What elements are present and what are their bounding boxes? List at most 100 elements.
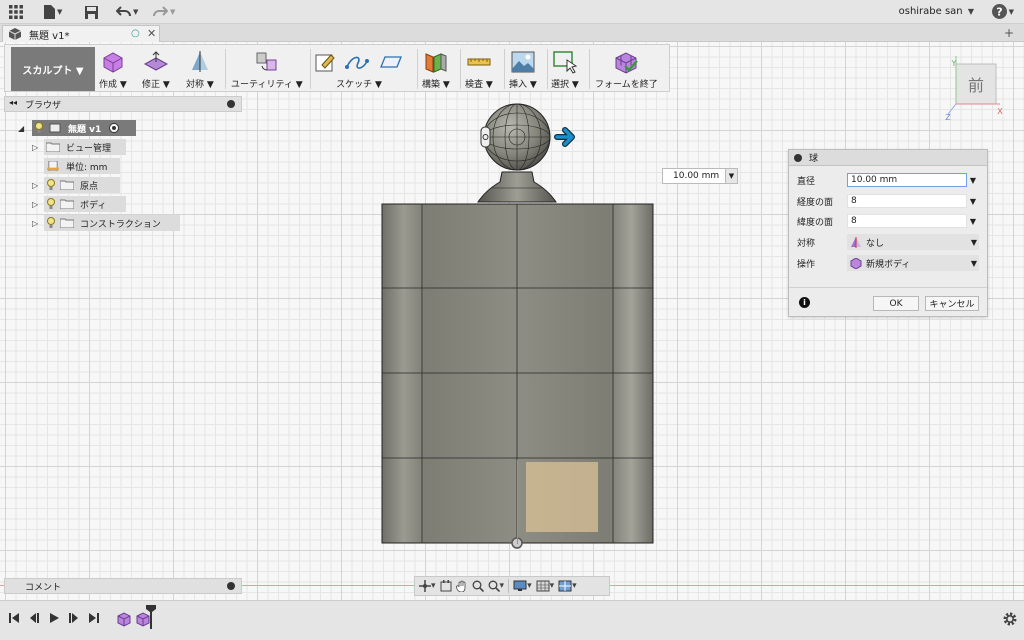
model-body[interactable] (380, 100, 660, 550)
save-button[interactable] (85, 4, 98, 20)
diameter-row: 直径 10.00 mm ▼ (797, 172, 983, 188)
visibility-bulb-icon[interactable] (46, 217, 56, 229)
diameter-drag-arrow-icon[interactable] (554, 127, 575, 147)
symmetry-none-icon (851, 236, 861, 248)
visibility-bulb-icon[interactable] (46, 198, 56, 210)
insert-menu[interactable]: 挿入 ▼ (509, 47, 537, 91)
tree-item-units[interactable]: 単位: mm (44, 158, 120, 174)
gear-icon[interactable] (1002, 611, 1018, 627)
create-menu[interactable]: 作成 ▼ (99, 47, 127, 91)
file-icon (44, 5, 55, 19)
tree-item-origin[interactable]: 原点 (44, 177, 120, 193)
pan-icon[interactable] (455, 580, 468, 592)
modify-menu[interactable]: 修正 ▼ (142, 47, 170, 91)
operation-row: 操作 新規ボディ ▼ (797, 255, 983, 271)
minimize-panel-icon[interactable] (227, 582, 235, 590)
ribbon-divider (504, 49, 505, 89)
orbit-icon[interactable]: ▾ (419, 580, 436, 592)
tree-item-construction[interactable]: コンストラクション (44, 215, 180, 231)
help-icon: ? (991, 4, 1007, 19)
browser-header[interactable]: ◂◂ ブラウザ (4, 96, 242, 112)
comments-title: コメント (25, 582, 62, 593)
rotate-manipulator-icon[interactable] (480, 126, 491, 148)
close-tab-icon[interactable]: ✕ (147, 27, 156, 40)
timeline-feature-box-icon[interactable] (116, 611, 132, 627)
file-menu-button[interactable]: ▼ (44, 4, 62, 20)
tab-bar: 無題 v1* ○ ✕ + (0, 24, 1024, 42)
zoom-window-icon[interactable] (472, 580, 484, 592)
collapse-panel-icon[interactable]: ◂◂ (9, 98, 17, 107)
expand-arrow-icon[interactable]: ▷ (32, 219, 38, 228)
look-at-icon[interactable] (440, 580, 452, 592)
symmetry-icon (191, 51, 208, 72)
tree-item-root[interactable]: 無題 v1 (32, 120, 136, 136)
select-menu[interactable]: 選択 ▼ (551, 47, 579, 91)
inspect-menu[interactable]: 検査 ▼ (465, 47, 493, 91)
chevron-down-icon: ▼ (970, 258, 977, 268)
undo-button[interactable]: ▼ (116, 4, 138, 20)
expand-arrow-icon[interactable]: ▷ (32, 200, 38, 209)
dialog-header[interactable]: 球 (789, 150, 987, 166)
visibility-bulb-icon[interactable] (46, 179, 56, 191)
expand-arrow-icon[interactable]: ◢ (18, 124, 24, 133)
diameter-inline-value[interactable]: 10.00 mm (662, 168, 726, 184)
diameter-field[interactable]: 10.00 mm (847, 173, 967, 187)
chevron-down-icon[interactable]: ▼ (967, 176, 979, 185)
go-to-end-icon[interactable] (88, 612, 100, 624)
play-icon[interactable] (48, 612, 60, 624)
tree-item-views[interactable]: ビュー管理 (44, 139, 126, 155)
visibility-bulb-icon[interactable] (34, 122, 44, 134)
sketch-menu[interactable]: スケッチ ▼ (314, 47, 404, 91)
minimize-panel-icon[interactable] (227, 100, 235, 108)
symmetry-menu[interactable]: 対称 ▼ (186, 47, 214, 91)
ribbon-toolbar: スカルプト ▼ 作成 ▼ 修正 ▼ 対称 ▼ ユーティリティ ▼ スケッチ ▼ … (4, 44, 670, 92)
expand-arrow-icon[interactable]: ▷ (32, 143, 38, 152)
app-grid-icon[interactable] (9, 4, 23, 20)
latitude-faces-field[interactable]: 8 (847, 214, 967, 228)
view-cube-face-label[interactable]: 前 (968, 76, 984, 95)
chevron-down-icon: ▼ (133, 8, 139, 16)
step-forward-icon[interactable] (68, 612, 80, 624)
dialog-divider (789, 287, 987, 288)
view-cube[interactable]: 前 Y X Z (944, 56, 1004, 120)
step-back-icon[interactable] (28, 612, 40, 624)
utilities-menu[interactable]: ユーティリティ ▼ (231, 47, 303, 91)
minimize-dialog-icon[interactable] (794, 154, 802, 162)
modify-menu-label: 修正 ▼ (142, 80, 170, 90)
insert-menu-label: 挿入 ▼ (509, 80, 537, 90)
operation-select[interactable]: 新規ボディ ▼ (847, 255, 979, 271)
expand-arrow-icon[interactable]: ▷ (32, 181, 38, 190)
inspect-menu-label: 検査 ▼ (465, 80, 493, 90)
z-axis-label: Z (945, 113, 951, 120)
tree-item-bodies[interactable]: ボディ (44, 196, 126, 212)
go-to-start-icon[interactable] (8, 612, 20, 624)
save-icon (85, 5, 98, 19)
comments-panel-header[interactable]: コメント (4, 578, 242, 594)
chevron-down-icon[interactable]: ▼ (967, 197, 979, 206)
new-tab-button[interactable]: + (1004, 26, 1014, 40)
workspace-switcher-button[interactable]: スカルプト ▼ (11, 47, 95, 91)
construct-menu[interactable]: 構築 ▼ (422, 47, 450, 91)
active-component-icon[interactable] (109, 123, 120, 133)
redo-button[interactable]: ▼ (153, 4, 175, 20)
ok-button[interactable]: OK (873, 296, 919, 311)
help-menu[interactable]: ? ▼ (991, 4, 1014, 19)
diameter-inline-input[interactable]: 10.00 mm ▼ (662, 168, 738, 184)
symmetry-label: 対称 (797, 238, 816, 249)
chevron-down-icon[interactable]: ▼ (726, 168, 738, 184)
zoom-icon[interactable]: ▾ (488, 580, 504, 592)
viewports-icon[interactable]: ▾ (558, 580, 577, 592)
cancel-button[interactable]: キャンセル (925, 296, 979, 311)
user-menu[interactable]: oshirabe san ▼ (899, 6, 974, 17)
longitude-faces-field[interactable]: 8 (847, 194, 967, 208)
tree-bodies-label: ボディ (80, 200, 107, 211)
symmetry-select[interactable]: なし ▼ (847, 234, 979, 250)
chevron-down-icon[interactable]: ▼ (967, 217, 979, 226)
grid-settings-icon[interactable]: ▾ (536, 580, 554, 592)
display-settings-icon[interactable]: ▾ (513, 580, 532, 592)
finish-form-button[interactable]: フォームを終了 (595, 47, 658, 91)
info-icon[interactable]: i (799, 297, 810, 308)
document-tab[interactable]: 無題 v1* ○ ✕ (2, 25, 160, 42)
timeline-marker-icon[interactable] (146, 605, 156, 629)
x-axis-label: X (997, 107, 1003, 116)
